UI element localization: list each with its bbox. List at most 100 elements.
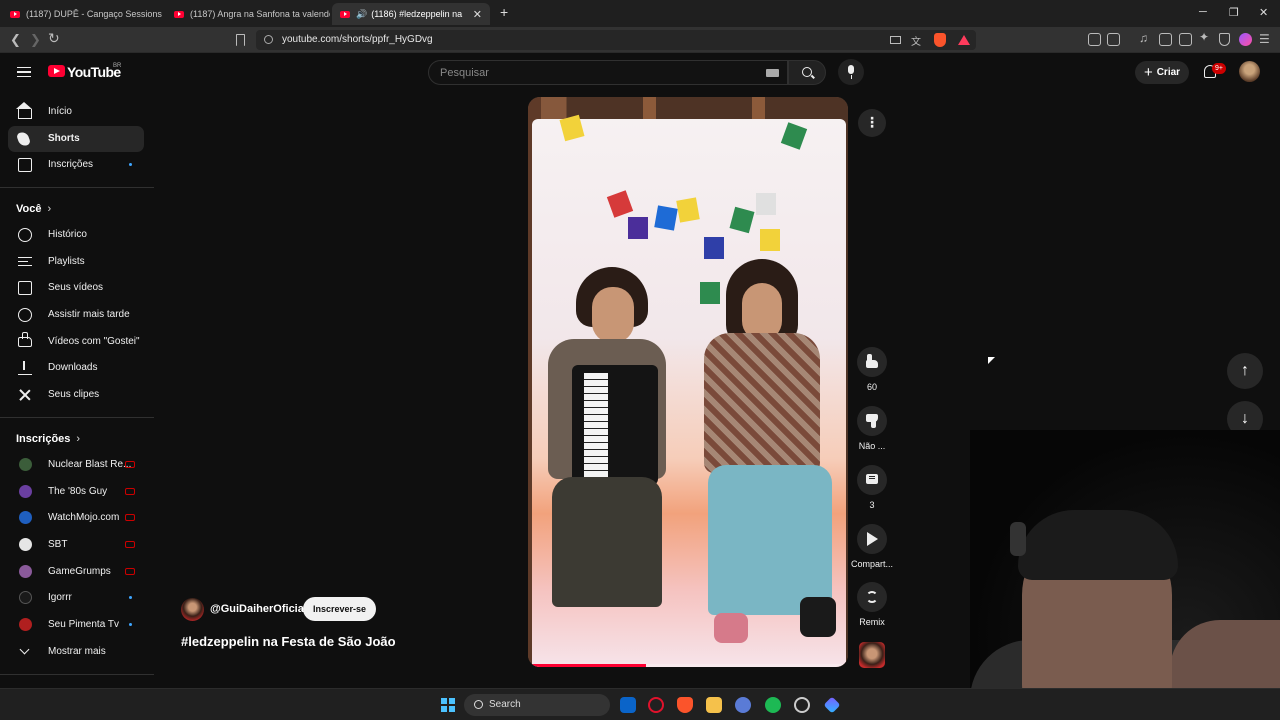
extensions-icon[interactable] [1088, 33, 1101, 46]
close-window-button[interactable]: ✕ [1259, 6, 1268, 19]
sidebar-item-playlists[interactable]: Playlists [8, 249, 144, 275]
subscribe-button[interactable]: Inscrever-se [303, 597, 376, 621]
translate-icon[interactable]: 文 [911, 33, 921, 48]
back-icon[interactable]: ❮ [10, 32, 21, 48]
maximize-button[interactable]: ❐ [1229, 6, 1239, 19]
leo-ai-icon[interactable]: ✦ [1199, 30, 1209, 44]
dislike-button[interactable] [857, 406, 887, 436]
app-icon[interactable] [735, 697, 751, 713]
search-button[interactable] [788, 60, 826, 85]
channel-name: GameGrumps [48, 566, 111, 577]
keyboard-icon[interactable] [766, 69, 779, 77]
brave-app-icon[interactable] [677, 697, 693, 713]
video-flag-decoration [628, 217, 648, 239]
subscription-channel[interactable]: WatchMojo.com [8, 505, 144, 531]
close-tab-icon[interactable]: ✕ [473, 8, 482, 21]
search-icon [802, 67, 812, 77]
channel-avatar[interactable] [181, 598, 204, 621]
subscription-channel[interactable]: Seu Pimenta Tv [8, 612, 144, 638]
hamburger-menu-icon[interactable] [17, 67, 31, 77]
webcam-headset [1010, 522, 1026, 556]
section-label: Você [16, 203, 42, 215]
create-button[interactable]: + Criar [1135, 61, 1189, 84]
media-icon[interactable]: ♫ [1139, 31, 1148, 45]
cast-icon[interactable] [890, 36, 901, 44]
subscription-channel[interactable]: GameGrumps [8, 559, 144, 585]
sidebar-item-downloads[interactable]: Downloads [8, 355, 144, 381]
share-button[interactable] [857, 524, 887, 554]
channel-handle[interactable]: @GuiDaiherOficial [210, 603, 307, 615]
reload-icon[interactable]: ↻ [48, 30, 60, 47]
video-flag-decoration [654, 205, 678, 231]
sidebar-item-seus-videos[interactable]: Seus vídeos [8, 275, 144, 301]
sidebar-item-assistir-mais-tarde[interactable]: Assistir mais tarde [8, 302, 144, 328]
opera-app-icon[interactable] [648, 697, 664, 713]
channel-avatar [19, 458, 32, 471]
sidebar-item-inicio[interactable]: Início [8, 99, 144, 125]
chevron-right-icon: › [47, 203, 52, 215]
menu-icon[interactable]: ☰ [1259, 32, 1270, 46]
subscription-channel[interactable]: Nuclear Blast Re... [8, 452, 144, 478]
sidebar-icon[interactable] [1159, 33, 1172, 46]
wallet-icon[interactable] [1179, 33, 1192, 46]
subscription-channel[interactable]: Igorrr [8, 585, 144, 611]
outlook-app-icon[interactable] [620, 697, 636, 713]
subscription-channel[interactable]: SBT [8, 532, 144, 558]
forward-icon[interactable]: ❯ [30, 32, 41, 48]
like-button[interactable] [857, 347, 887, 377]
subscriptions-section-title[interactable]: Inscrições › [16, 433, 80, 445]
sidebar-item-liked-videos[interactable]: Vídeos com "Gostei" [8, 329, 144, 355]
comments-button[interactable] [857, 465, 887, 495]
screenshot-icon[interactable] [1107, 33, 1120, 46]
playlists-icon [18, 257, 32, 266]
address-bar[interactable]: youtube.com/shorts/ppfr_HyGDvg 文 [256, 30, 976, 50]
live-indicator-icon [125, 488, 135, 495]
comment-icon [866, 474, 878, 484]
search-input[interactable]: Pesquisar [428, 60, 788, 85]
sidebar-item-historico[interactable]: Histórico [8, 222, 144, 248]
vpn-icon[interactable] [1219, 33, 1230, 46]
video-progress-bar[interactable] [528, 664, 848, 667]
sidebar-item-inscricoes[interactable]: Inscrições [8, 152, 144, 178]
spotify-app-icon[interactable] [765, 697, 781, 713]
sidebar-item-label: Assistir mais tarde [48, 309, 130, 320]
channel-name: The '80s Guy [48, 486, 108, 497]
remix-button[interactable] [857, 582, 887, 612]
more-options-button[interactable]: ⋮ [858, 109, 886, 137]
taskbar-search[interactable]: Search [464, 694, 610, 716]
brave-rewards-icon[interactable] [958, 35, 970, 45]
subscription-channel[interactable]: The '80s Guy [8, 479, 144, 505]
browser-tab-3-active[interactable]: 🔊 (1186) #ledzeppelin na Festa ✕ [332, 3, 490, 25]
new-tab-button[interactable]: + [500, 4, 508, 20]
account-avatar[interactable] [1239, 61, 1260, 82]
bookmark-icon[interactable] [236, 34, 245, 46]
create-label: Criar [1156, 67, 1181, 78]
share-icon [867, 532, 878, 546]
voice-search-icon[interactable] [838, 59, 864, 85]
steam-app-icon[interactable] [794, 697, 810, 713]
webcam-person-beanie [1018, 510, 1178, 580]
youtube-header: YouTube BR Pesquisar + Criar 9+ [0, 53, 1280, 93]
channel-avatar [19, 511, 32, 524]
browser-toolbar: ❮ ❯ ↻ youtube.com/shorts/ppfr_HyGDvg 文 ♫… [0, 27, 1280, 53]
previous-short-button[interactable]: ↑ [1227, 353, 1263, 389]
show-more-button[interactable]: Mostrar mais [8, 639, 144, 665]
browser-tab-1[interactable]: (1187) DUPÊ - Cangaço Sessions Vol... [2, 3, 164, 25]
file-explorer-app-icon[interactable] [706, 697, 722, 713]
sidebar-item-shorts[interactable]: Shorts [8, 126, 144, 152]
brave-shields-icon[interactable] [934, 33, 946, 47]
sidebar-item-seus-clipes[interactable]: Seus clipes [8, 382, 144, 408]
app-icon[interactable] [823, 696, 841, 714]
youtube-logo-icon[interactable] [48, 65, 65, 77]
video-flag-decoration [760, 229, 780, 251]
profile-icon[interactable] [1239, 33, 1252, 46]
sidebar-item-label: Shorts [48, 133, 80, 144]
windows-start-icon[interactable] [441, 698, 455, 712]
you-section-title[interactable]: Você › [16, 203, 51, 215]
shorts-video-player[interactable] [528, 97, 848, 667]
browser-tab-2[interactable]: (1187) Angra na Sanfona ta valendo! [166, 3, 330, 25]
site-info-icon[interactable] [264, 35, 273, 44]
sound-thumbnail[interactable] [859, 642, 885, 668]
youtube-favicon-icon [10, 10, 20, 18]
minimize-button[interactable]: ─ [1199, 6, 1207, 18]
